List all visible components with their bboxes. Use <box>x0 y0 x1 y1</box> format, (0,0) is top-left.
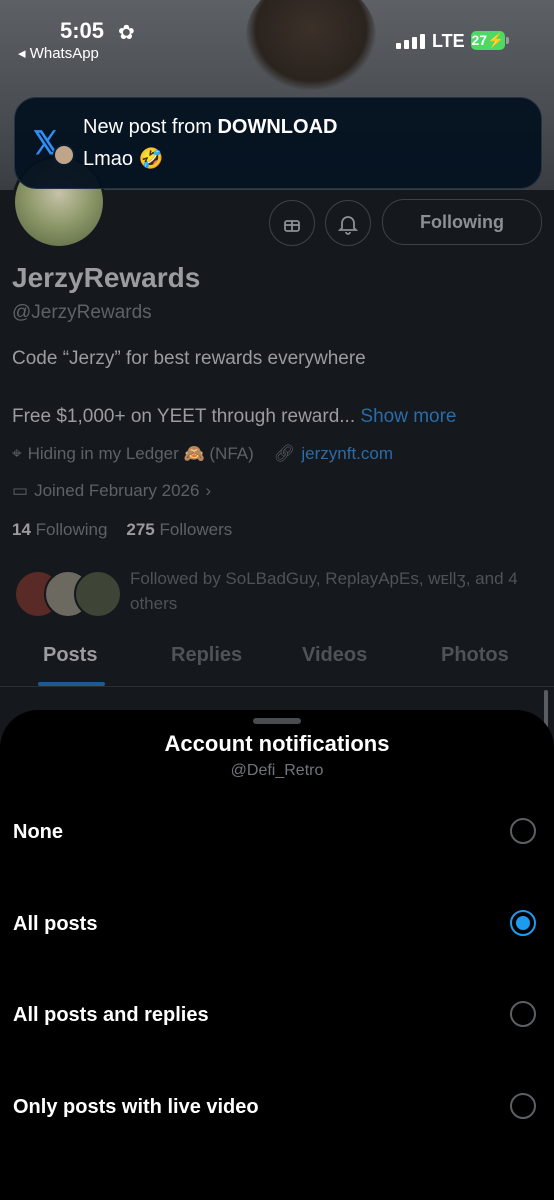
notification-body: Lmao 🤣 <box>83 148 164 170</box>
focus-mode-icon: ✿ <box>118 22 135 44</box>
profile-joined: Joined February 2026 <box>34 481 200 500</box>
notifications-button[interactable] <box>325 200 371 246</box>
link-icon: 🔗︎ <box>273 444 296 463</box>
profile-bio-line-2: Free $1,000+ on YEET through reward... S… <box>12 406 457 427</box>
notification-author: DOWNLOAD <box>217 116 338 138</box>
option-all-posts-and-replies[interactable]: All posts and replies <box>0 988 554 1048</box>
option-label: None <box>13 821 63 843</box>
push-notification[interactable]: 𝕏 New post from DOWNLOAD Lmao 🤣 <box>14 97 542 189</box>
account-notifications-sheet: Account notifications @Defi_Retro None A… <box>0 710 554 1200</box>
followers-stat[interactable]: 275 Followers <box>126 520 232 539</box>
network-type: LTE <box>432 31 465 51</box>
followed-by-avatars[interactable] <box>14 570 124 618</box>
back-to-app-link[interactable]: ◂ WhatsApp <box>18 44 99 62</box>
option-label: All posts and replies <box>13 1004 209 1026</box>
tab-photos[interactable]: Photos <box>441 644 509 667</box>
gift-button[interactable] <box>269 200 315 246</box>
battery-level: 27 <box>471 32 488 48</box>
profile-meta-row: ⌖ Hiding in my Ledger 🙈 (NFA) 🔗︎ jerzynf… <box>12 444 393 464</box>
option-all-posts[interactable]: All posts <box>0 897 554 957</box>
radio-all-posts-and-replies[interactable] <box>510 1001 536 1027</box>
tab-videos[interactable]: Videos <box>302 644 367 667</box>
option-live-video[interactable]: Only posts with live video <box>0 1080 554 1140</box>
sheet-grabber[interactable] <box>253 718 301 724</box>
notification-title: New post from DOWNLOAD <box>83 116 338 138</box>
option-label: Only posts with live video <box>13 1096 259 1118</box>
location-pin-icon: ⌖ <box>12 444 22 463</box>
following-stat[interactable]: 14 Following <box>12 520 107 539</box>
active-tab-indicator <box>38 682 105 686</box>
battery-tip <box>506 37 509 44</box>
radio-all-posts[interactable] <box>510 910 536 936</box>
sheet-title: Account notifications <box>164 731 390 756</box>
profile-handle: @JerzyRewards <box>12 302 152 323</box>
notification-avatar <box>53 144 75 166</box>
profile-bio-line: Code “Jerzy” for best rewards everywhere <box>12 348 366 369</box>
option-label: All posts <box>13 913 98 935</box>
bell-check-icon <box>337 216 359 236</box>
battery-icon: 27⚡ <box>471 31 505 50</box>
profile-joined-row[interactable]: ▭ Joined February 2026 › <box>12 481 211 501</box>
tab-replies[interactable]: Replies <box>171 644 242 667</box>
option-none[interactable]: None <box>0 805 554 865</box>
profile-name: JerzyRewards <box>12 262 201 293</box>
radio-live-video[interactable] <box>510 1093 536 1119</box>
followed-by-text[interactable]: Followed by SoLBadGuy, ReplayApEs, wᴇllʒ… <box>130 566 540 616</box>
sheet-subtitle: @Defi_Retro <box>230 762 324 779</box>
tab-posts[interactable]: Posts <box>43 644 97 667</box>
signal-icon <box>396 34 425 49</box>
radio-none[interactable] <box>510 818 536 844</box>
status-bar: 5:05 ✿ ◂ WhatsApp LTE 27⚡ <box>0 0 554 70</box>
profile-tabs: Posts Replies Videos Photos <box>0 638 554 687</box>
status-time: 5:05 <box>60 18 105 43</box>
following-button[interactable]: Following <box>382 199 542 245</box>
profile-location: Hiding in my Ledger 🙈 (NFA) <box>27 444 254 463</box>
profile-website-link[interactable]: jerzynft.com <box>301 444 393 464</box>
profile-stats: 14 Following 275 Followers <box>12 520 232 540</box>
show-more-link[interactable]: Show more <box>360 406 456 427</box>
gift-icon <box>284 220 300 233</box>
avatar <box>74 570 122 618</box>
calendar-icon: ▭ <box>12 481 29 500</box>
chevron-right-icon: › <box>205 481 212 500</box>
